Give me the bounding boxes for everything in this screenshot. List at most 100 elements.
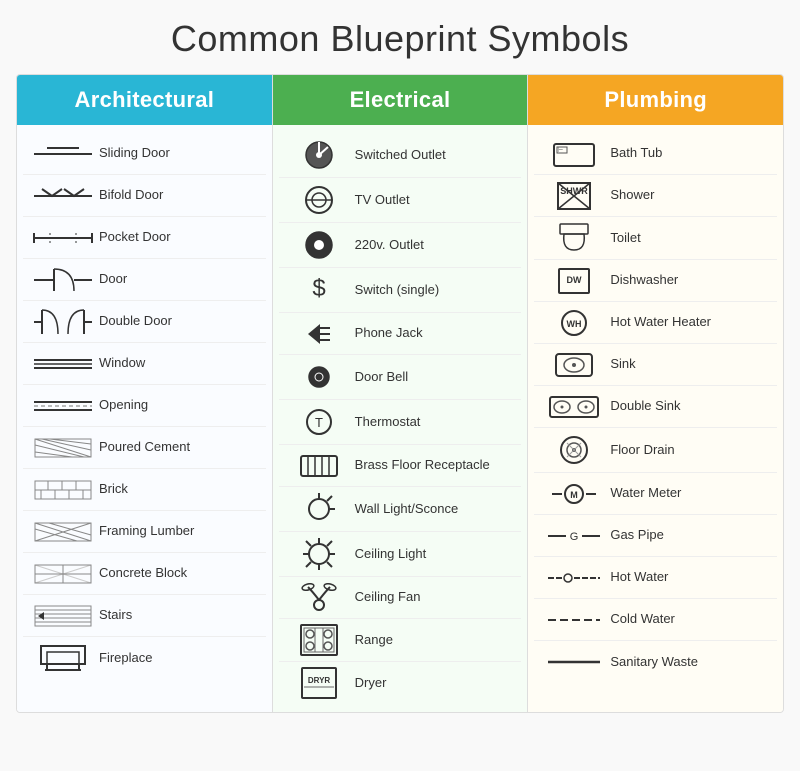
wall-light-label: Wall Light/Sconce <box>355 501 459 518</box>
list-item: Poured Cement <box>23 427 266 469</box>
phone-jack-label: Phone Jack <box>355 325 423 342</box>
framing-lumber-label: Framing Lumber <box>99 523 194 540</box>
floor-drain-icon <box>538 433 610 467</box>
switch-single-icon: $ <box>283 273 355 307</box>
list-item: Opening <box>23 385 266 427</box>
svg-text:SHWR: SHWR <box>561 186 589 196</box>
list-item: Stairs <box>23 595 266 637</box>
symbol-table: Architectural Sliding Door <box>16 74 784 713</box>
sliding-door-icon <box>27 144 99 164</box>
brass-floor-icon <box>283 455 355 477</box>
svg-text:DW: DW <box>567 275 582 285</box>
list-item: Hot Water <box>534 557 777 599</box>
cold-water-line-icon <box>538 613 610 627</box>
pocket-door-icon <box>27 230 99 246</box>
list-item: Brick <box>23 469 266 511</box>
water-meter-icon: M <box>538 483 610 505</box>
ceiling-light-icon <box>283 537 355 571</box>
double-door-label: Double Door <box>99 313 172 330</box>
shower-icon: SHWR <box>538 181 610 211</box>
sink-icon <box>538 352 610 378</box>
list-item: Window <box>23 343 266 385</box>
tv-outlet-label: TV Outlet <box>355 192 410 209</box>
bifold-door-label: Bifold Door <box>99 187 163 204</box>
pocket-door-label: Pocket Door <box>99 229 171 246</box>
list-item: Ceiling Light <box>279 532 522 577</box>
list-item: TV Outlet <box>279 178 522 223</box>
list-item: Double Door <box>23 301 266 343</box>
hot-water-line-icon <box>538 571 610 585</box>
window-icon <box>27 357 99 371</box>
list-item: Ceiling Fan <box>279 577 522 619</box>
double-sink-label: Double Sink <box>610 398 680 415</box>
col-body-arch: Sliding Door Bifold Door <box>17 125 272 712</box>
brick-icon <box>27 480 99 500</box>
list-item: Fireplace <box>23 637 266 679</box>
svg-text:T: T <box>315 415 323 430</box>
dishwasher-icon: DW <box>538 267 610 295</box>
column-electrical: Electrical Switched Outlet <box>273 75 529 712</box>
col-header-plumb: Plumbing <box>528 75 783 125</box>
ceiling-light-label: Ceiling Light <box>355 546 427 563</box>
dishwasher-label: Dishwasher <box>610 272 678 289</box>
dryer-label: Dryer <box>355 675 387 692</box>
floor-drain-label: Floor Drain <box>610 442 674 459</box>
double-door-icon <box>27 308 99 336</box>
svg-text:$: $ <box>312 275 325 302</box>
switch-single-label: Switch (single) <box>355 282 440 299</box>
window-label: Window <box>99 355 145 372</box>
hot-water-heater-label: Hot Water Heater <box>610 314 711 331</box>
brick-label: Brick <box>99 481 128 498</box>
list-item: Pocket Door <box>23 217 266 259</box>
list-item: M Water Meter <box>534 473 777 515</box>
switched-outlet-icon <box>283 138 355 172</box>
list-item: Phone Jack <box>279 313 522 355</box>
page-title: Common Blueprint Symbols <box>171 18 629 60</box>
range-icon <box>283 624 355 656</box>
stairs-icon <box>27 605 99 627</box>
thermostat-icon: T <box>283 405 355 439</box>
sanitary-waste-icon <box>538 655 610 669</box>
door-bell-icon <box>283 360 355 394</box>
list-item: Cold Water <box>534 599 777 641</box>
poured-cement-icon <box>27 438 99 458</box>
phone-jack-icon <box>283 320 355 348</box>
list-item: WH Hot Water Heater <box>534 302 777 344</box>
svg-text:WH: WH <box>567 319 582 329</box>
list-item: Concrete Block <box>23 553 266 595</box>
fireplace-icon <box>27 644 99 672</box>
220-outlet-icon <box>283 228 355 262</box>
list-item: T Thermostat <box>279 400 522 445</box>
framing-lumber-icon <box>27 522 99 542</box>
list-item: Framing Lumber <box>23 511 266 553</box>
list-item: Sanitary Waste <box>534 641 777 683</box>
door-icon <box>27 267 99 293</box>
list-item: DRYR Dryer <box>279 662 522 704</box>
list-item: Floor Drain <box>534 428 777 473</box>
thermostat-label: Thermostat <box>355 414 421 431</box>
svg-text:⊢: ⊢ <box>558 147 563 154</box>
concrete-block-icon <box>27 564 99 584</box>
col-header-arch: Architectural <box>17 75 272 125</box>
list-item: ⊢ Bath Tub <box>534 133 777 175</box>
dryer-icon: DRYR <box>283 667 355 699</box>
list-item: SHWR Shower <box>534 175 777 217</box>
list-item: G Gas Pipe <box>534 515 777 557</box>
hot-water-heater-icon: WH <box>538 308 610 338</box>
svg-text:G: G <box>570 531 579 543</box>
list-item: Sink <box>534 344 777 386</box>
opening-icon <box>27 399 99 413</box>
list-item: Double Sink <box>534 386 777 428</box>
bath-tub-icon: ⊢ <box>538 140 610 168</box>
list-item: Door <box>23 259 266 301</box>
wall-light-icon <box>283 492 355 526</box>
brass-floor-label: Brass Floor Receptacle <box>355 457 490 474</box>
column-architectural: Architectural Sliding Door <box>17 75 273 712</box>
concrete-block-label: Concrete Block <box>99 565 187 582</box>
list-item: Toilet <box>534 217 777 260</box>
sliding-door-label: Sliding Door <box>99 145 170 162</box>
sink-label: Sink <box>610 356 635 373</box>
shower-label: Shower <box>610 187 654 204</box>
list-item: Sliding Door <box>23 133 266 175</box>
opening-label: Opening <box>99 397 148 414</box>
